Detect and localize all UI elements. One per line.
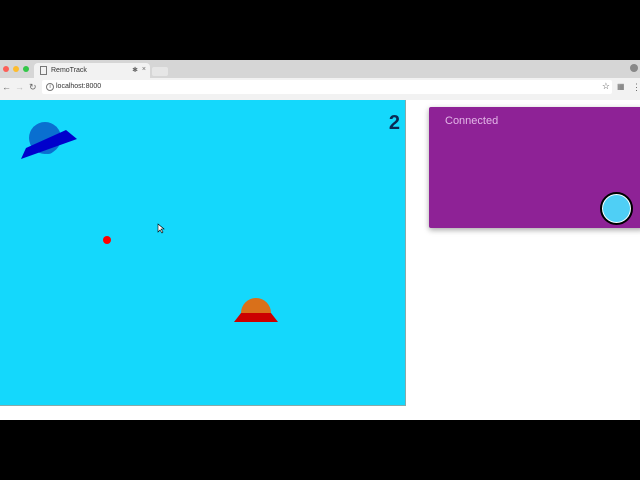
game-canvas bbox=[21, 122, 278, 322]
maximize-window-button[interactable] bbox=[23, 66, 29, 72]
action-button[interactable] bbox=[600, 192, 633, 225]
document-icon bbox=[40, 66, 47, 75]
player-blue-hat bbox=[21, 122, 77, 159]
bluetooth-icon: ✱ bbox=[132, 67, 138, 74]
address-bar[interactable]: i localhost:8000 ☆ bbox=[42, 80, 612, 94]
reload-icon[interactable]: ↻ bbox=[29, 82, 37, 93]
new-tab-button[interactable] bbox=[152, 67, 168, 76]
back-icon[interactable]: ← bbox=[2, 82, 11, 92]
score-display: 2 bbox=[388, 112, 400, 134]
tab-remotrack[interactable]: RemoTrack ✱ × bbox=[34, 63, 150, 78]
info-icon: i bbox=[46, 83, 54, 91]
ball bbox=[103, 236, 111, 244]
connection-panel: Connected bbox=[429, 107, 640, 228]
bookmark-star-icon[interactable]: ☆ bbox=[602, 81, 610, 92]
url-text: localhost:8000 bbox=[56, 83, 102, 90]
mouse-cursor-icon bbox=[157, 223, 165, 234]
minimize-window-button[interactable] bbox=[13, 66, 19, 72]
page-content: 2 Connected bbox=[0, 100, 640, 420]
player-orange-hat bbox=[234, 298, 278, 322]
connection-status: Connected bbox=[445, 115, 499, 127]
profile-icon[interactable] bbox=[630, 64, 638, 72]
browser-chrome: RemoTrack ✱ × ← → ↻ i localhost:8000 ☆ ▦… bbox=[0, 60, 640, 100]
game-field: 2 bbox=[0, 100, 406, 406]
forward-icon[interactable]: → bbox=[15, 82, 24, 92]
close-window-button[interactable] bbox=[3, 66, 9, 72]
tab-bar: RemoTrack ✱ × bbox=[0, 60, 640, 78]
browser-toolbar: ← → ↻ i localhost:8000 ☆ ▦ ⋮ bbox=[0, 78, 640, 98]
close-tab-icon[interactable]: × bbox=[142, 66, 146, 73]
tab-title: RemoTrack bbox=[51, 67, 87, 74]
menu-icon[interactable]: ⋮ bbox=[632, 82, 640, 93]
extension-icon[interactable]: ▦ bbox=[617, 82, 625, 91]
